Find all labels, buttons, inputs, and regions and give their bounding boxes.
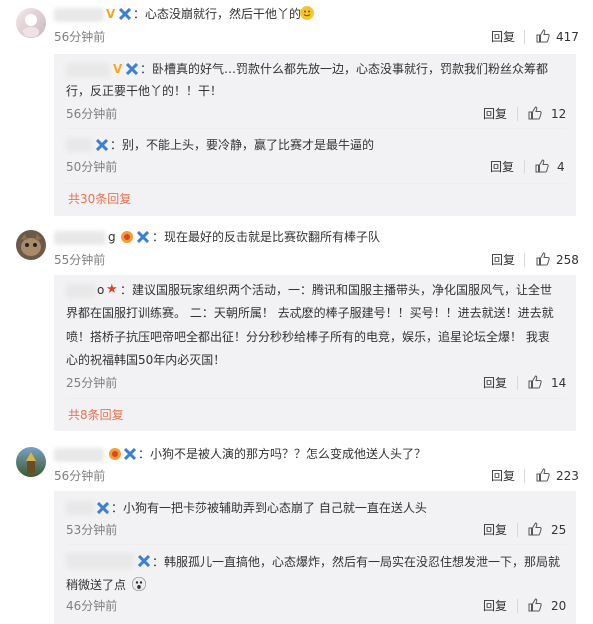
reply-time: 53分钟前: [66, 523, 118, 537]
divider: [524, 253, 525, 267]
like-thumb-icon[interactable]: [535, 159, 549, 173]
member-badge-icon: [96, 139, 108, 151]
username-blurred[interactable]: [66, 63, 110, 77]
username-tail[interactable]: g: [108, 230, 116, 244]
avatar[interactable]: [16, 8, 46, 38]
avatar[interactable]: [16, 230, 46, 260]
fan-badge-icon: [109, 448, 121, 460]
username-blurred[interactable]: [66, 284, 96, 298]
comment-time: 56分钟前: [54, 469, 106, 483]
reply-text-line: ：小狗有一把卡莎被辅助弄到心态崩了 自己就一直在送人头: [111, 501, 427, 515]
member-badge-icon: [124, 448, 136, 460]
reply-button[interactable]: 回复: [483, 376, 507, 390]
user-avatar-icon: [23, 14, 39, 37]
reply-button[interactable]: 回复: [483, 599, 507, 613]
reply-text-line: 喷！搭桥子抗压吧帝吧全都出征！分分秒秒给棒子所有的电竞，娱乐，追星论坛全爆！ 我…: [66, 330, 550, 344]
like-count: 4: [557, 160, 565, 174]
reply-text-line: 心的祝福韩国50年内必灭国！: [66, 353, 226, 367]
member-badge-icon: [97, 502, 109, 514]
reply-text-line: 稍微送了点: [66, 578, 127, 592]
reply-text-line: 行，反正要干他丫的！！干！: [66, 84, 223, 98]
username-blurred[interactable]: [66, 138, 92, 152]
divider: [524, 160, 525, 174]
member-badge-icon: [119, 8, 131, 20]
reply-button[interactable]: 回复: [490, 160, 514, 174]
smile-emoji-icon: [300, 6, 314, 20]
reply-button[interactable]: 回复: [491, 469, 515, 483]
divider: [524, 469, 525, 483]
vip-badge: V: [113, 62, 123, 76]
divider: [524, 30, 525, 44]
like-thumb-icon[interactable]: [528, 106, 542, 120]
reply-text-line: ：建议国服玩家组织两个活动，一：腾讯和国服主播带头，净化国服风气，让全世: [120, 283, 553, 297]
member-badge-icon: [126, 63, 138, 75]
like-count: 25: [551, 523, 567, 537]
username-blurred[interactable]: [66, 501, 94, 515]
reply-divider: [66, 544, 566, 545]
star-badge-icon: ★: [106, 282, 118, 297]
like-thumb-icon[interactable]: [536, 468, 550, 482]
reply-divider: [66, 183, 566, 184]
like-thumb-icon[interactable]: [536, 29, 550, 43]
username-tail[interactable]: o: [97, 283, 104, 297]
username-blurred[interactable]: [66, 553, 134, 569]
more-replies-link[interactable]: 共8条回复: [68, 408, 124, 422]
like-count: 417: [556, 30, 579, 44]
reply-button[interactable]: 回复: [491, 30, 515, 44]
comment-text: ：现在最好的反击就是比赛砍翻所有棒子队: [152, 230, 381, 244]
like-count: 258: [556, 253, 579, 267]
reply-divider: [66, 128, 566, 129]
like-count: 20: [551, 599, 567, 613]
reply-button[interactable]: 回复: [483, 107, 507, 121]
divider: [517, 376, 518, 390]
like-thumb-icon[interactable]: [528, 522, 542, 536]
reply-text-line: ：别，不能上头，要冷静，赢了比赛才是最牛逼的: [110, 138, 375, 152]
vip-badge: V: [106, 7, 116, 21]
like-thumb-icon[interactable]: [536, 252, 550, 266]
like-thumb-icon[interactable]: [528, 375, 542, 389]
username-blurred[interactable]: [54, 8, 104, 22]
like-thumb-icon[interactable]: [528, 598, 542, 612]
username-blurred[interactable]: [54, 448, 104, 462]
username-blurred[interactable]: [54, 231, 106, 245]
reply-time: 46分钟前: [66, 599, 118, 613]
cat-avatar-icon: [21, 234, 41, 256]
like-count: 14: [551, 376, 567, 390]
divider: [517, 599, 518, 613]
reply-text-line: 界都在国服打训练赛。 二：天朝所属！ 去忒麽的棒子服建号！！买号！！进去就送！进…: [66, 306, 554, 320]
comment-text: ：小狗不是被人演的那方吗？？怎么变成他送人头了？: [138, 447, 427, 461]
reply-text-line: ：卧槽真的好气…罚款什么都先放一边，心态没事就行，罚款我们粉丝众筹都: [140, 62, 549, 76]
like-count: 223: [556, 469, 579, 483]
member-badge-icon: [138, 555, 150, 567]
avatar[interactable]: [16, 447, 46, 477]
comment-text: ：心态没崩就行，然后干他丫的: [133, 7, 302, 21]
reply-button[interactable]: 回复: [491, 253, 515, 267]
comment-time: 56分钟前: [54, 30, 106, 44]
like-count: 12: [551, 107, 567, 121]
reply-time: 56分钟前: [66, 107, 118, 121]
fan-badge-icon: [121, 231, 133, 243]
reply-box: [54, 54, 576, 216]
reply-time: 50分钟前: [66, 160, 118, 174]
reply-text-line: ：韩服孤儿一直搞他，心态爆炸，然后有一局实在没忍住想发泄一下，那局就: [152, 555, 561, 569]
shocked-emoji-icon: [132, 577, 146, 591]
reply-time: 25分钟前: [66, 376, 118, 390]
reply-button[interactable]: 回复: [483, 523, 507, 537]
divider: [517, 523, 518, 537]
divider: [517, 107, 518, 121]
member-badge-icon: [137, 231, 149, 243]
reply-divider: [66, 398, 566, 399]
character-avatar-icon: [26, 452, 36, 473]
comment-time: 55分钟前: [54, 253, 106, 267]
more-replies-link[interactable]: 共30条回复: [68, 192, 131, 206]
